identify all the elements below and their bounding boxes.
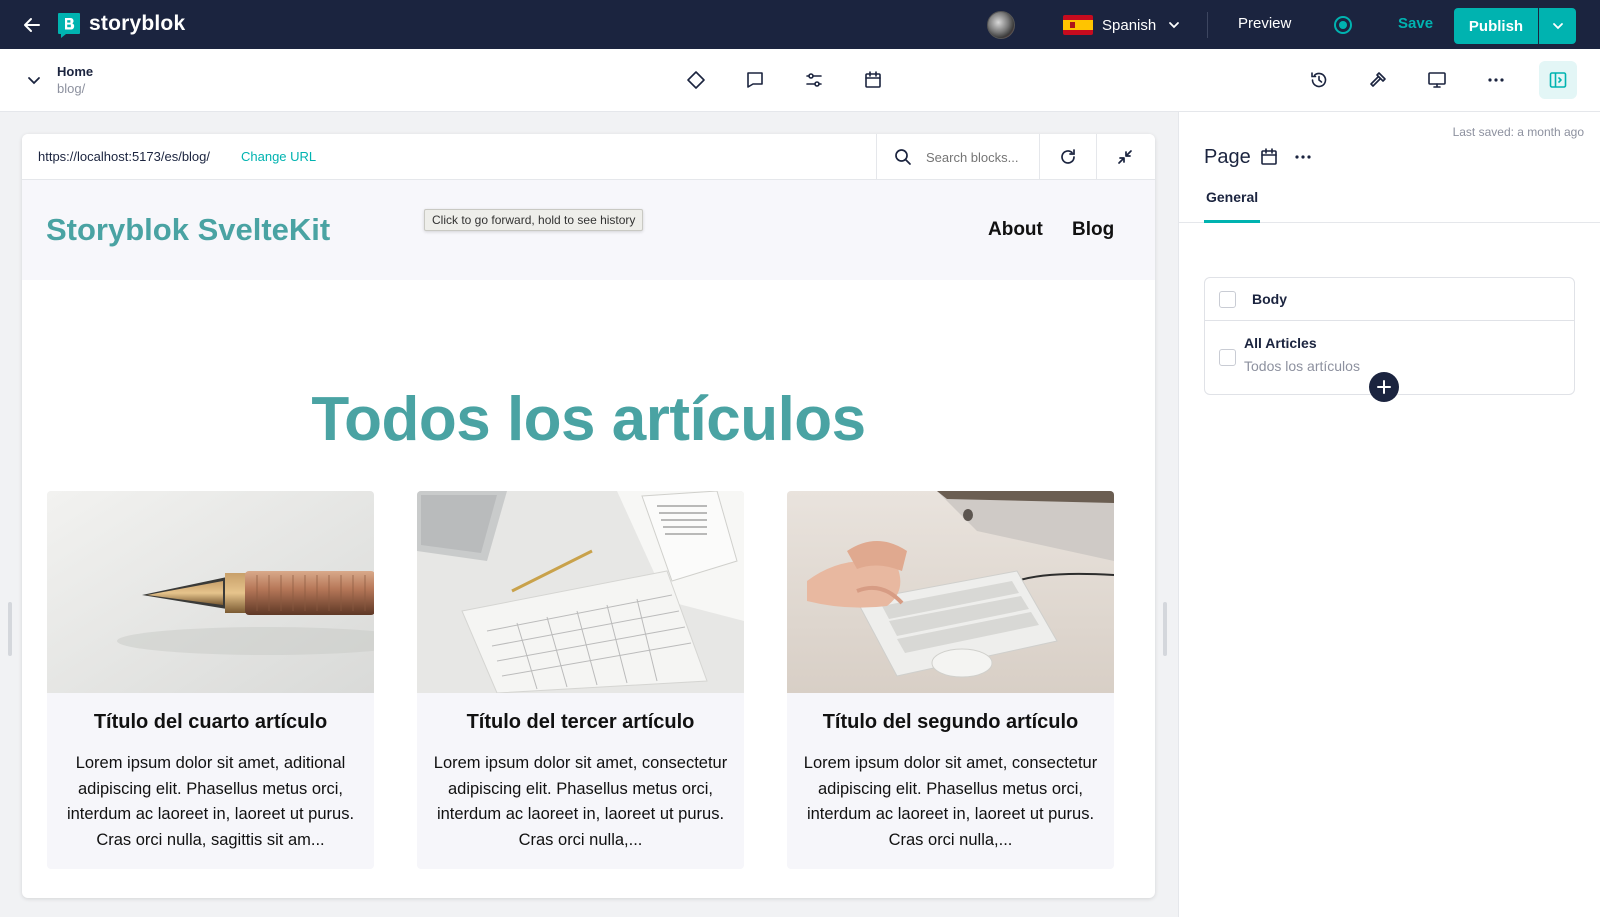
card-title: Título del segundo artículo bbox=[822, 711, 1079, 733]
top-bar: storyblok Spanish Preview Save Publish bbox=[0, 0, 1600, 49]
select-all-checkbox[interactable] bbox=[1219, 291, 1236, 308]
blocks-header[interactable]: Body bbox=[1205, 278, 1574, 321]
fountain-pen-image bbox=[47, 491, 374, 693]
save-button[interactable]: Save bbox=[1398, 15, 1433, 32]
card-title: Título del tercer artículo bbox=[466, 711, 695, 733]
search-blocks[interactable] bbox=[876, 134, 1038, 180]
site-logo[interactable]: Storyblok SvelteKit bbox=[46, 212, 330, 248]
search-icon bbox=[894, 148, 912, 166]
add-block-button[interactable] bbox=[1369, 372, 1399, 402]
back-arrow-icon[interactable] bbox=[20, 13, 44, 37]
chevron-down-icon bbox=[1166, 17, 1182, 33]
sidebar-toggle-icon[interactable] bbox=[1539, 61, 1577, 99]
spain-flag-icon bbox=[1063, 15, 1093, 35]
nav-link-blog[interactable]: Blog bbox=[1072, 219, 1114, 241]
card-excerpt: Lorem ipsum dolor sit amet, aditional ad… bbox=[66, 754, 355, 849]
card-excerpt: Lorem ipsum dolor sit amet, consectetur … bbox=[803, 754, 1098, 849]
url-bar: https://localhost:5173/es/blog/ Change U… bbox=[22, 134, 1155, 180]
comment-icon[interactable] bbox=[743, 68, 767, 92]
language-label: Spanish bbox=[1102, 16, 1157, 34]
card-title: Título del cuarto artículo bbox=[93, 711, 328, 733]
story-slug: blog/ bbox=[57, 81, 86, 96]
language-selector[interactable]: Spanish bbox=[1063, 12, 1182, 38]
site-header: Storyblok SvelteKit Click to go forward,… bbox=[22, 180, 1155, 280]
publish-button[interactable]: Publish bbox=[1454, 8, 1538, 44]
refresh-icon bbox=[1058, 147, 1078, 167]
history-icon[interactable] bbox=[1307, 68, 1331, 92]
storyblok-logo-icon bbox=[57, 12, 81, 38]
article-card[interactable]: Título del cuarto artículo Lorem ipsum d… bbox=[47, 491, 374, 869]
collapse-chevron-icon[interactable] bbox=[25, 71, 43, 89]
article-card[interactable]: Título del segundo artículo Lorem ipsum … bbox=[787, 491, 1114, 869]
minimize-arrows-icon bbox=[1115, 147, 1135, 167]
block-subtitle: Todos los artículos bbox=[1244, 358, 1360, 374]
panel-tabs: General bbox=[1179, 189, 1600, 223]
article-card[interactable]: Título del tercer artículo Lorem ipsum d… bbox=[417, 491, 744, 869]
story-toolbar: Home blog/ bbox=[0, 49, 1600, 112]
story-title: Home bbox=[57, 64, 94, 79]
preview-button[interactable]: Preview bbox=[1238, 15, 1291, 32]
content-panel: Last saved: a month ago Page General Bod… bbox=[1178, 112, 1600, 917]
calendar-icon[interactable] bbox=[861, 68, 885, 92]
preview-url: https://localhost:5173/es/blog/ bbox=[38, 149, 211, 164]
monitor-icon[interactable] bbox=[1425, 68, 1449, 92]
diamond-icon[interactable] bbox=[684, 68, 708, 92]
nav-link-about[interactable]: About bbox=[988, 219, 1043, 241]
resize-handle-right[interactable] bbox=[1163, 602, 1167, 656]
user-avatar[interactable] bbox=[987, 11, 1015, 39]
search-blocks-input[interactable] bbox=[926, 149, 1036, 165]
change-url-link[interactable]: Change URL bbox=[241, 149, 316, 164]
more-icon[interactable] bbox=[1293, 147, 1313, 167]
more-icon[interactable] bbox=[1484, 68, 1508, 92]
block-checkbox[interactable] bbox=[1219, 349, 1236, 366]
block-name: All Articles bbox=[1244, 335, 1317, 351]
divider bbox=[1207, 12, 1208, 38]
page-title: Todos los artículos bbox=[311, 385, 866, 454]
status-icon[interactable] bbox=[1334, 16, 1352, 34]
sliders-icon[interactable] bbox=[802, 68, 826, 92]
publish-dropdown-button[interactable] bbox=[1539, 8, 1576, 44]
calendar-icon[interactable] bbox=[1259, 147, 1279, 167]
last-saved-status: Last saved: a month ago bbox=[1452, 125, 1584, 139]
keyboard-typing-image bbox=[787, 491, 1114, 693]
card-excerpt: Lorem ipsum dolor sit amet, consectetur … bbox=[433, 754, 728, 849]
collapse-view-button[interactable] bbox=[1096, 134, 1153, 180]
tooltip: Click to go forward, hold to see history bbox=[424, 209, 644, 231]
plus-icon bbox=[1376, 379, 1392, 395]
desk-papers-image bbox=[417, 491, 744, 693]
hammer-icon[interactable] bbox=[1366, 68, 1390, 92]
tab-general[interactable]: General bbox=[1204, 189, 1261, 223]
preview-frame: https://localhost:5173/es/blog/ Change U… bbox=[22, 134, 1155, 898]
brand-name: storyblok bbox=[89, 12, 186, 35]
chevron-down-icon bbox=[1550, 18, 1566, 34]
refresh-button[interactable] bbox=[1039, 134, 1096, 180]
blocks-field-label: Body bbox=[1252, 291, 1287, 307]
resize-handle-left[interactable] bbox=[8, 602, 12, 656]
panel-title: Page bbox=[1204, 146, 1251, 168]
